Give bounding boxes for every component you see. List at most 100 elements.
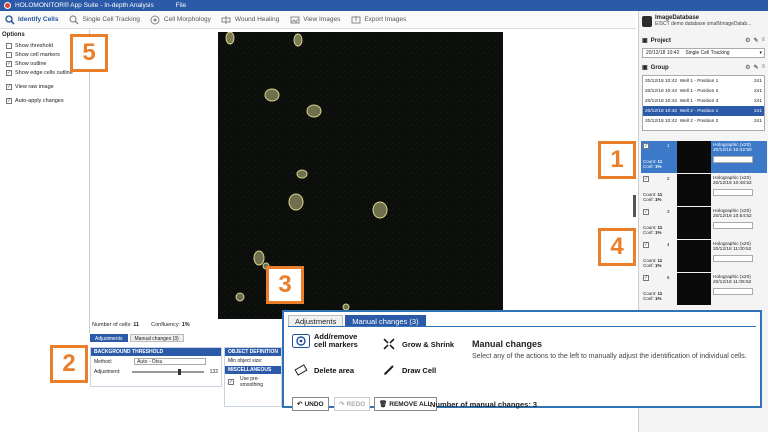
checkbox-checked[interactable]: ✓	[6, 60, 12, 67]
frame-info: Holographic (x20) 20/12/18 10:48:52	[711, 174, 767, 206]
callout-badge-4: 4	[598, 228, 636, 266]
group-count: 241	[753, 108, 762, 114]
method-select[interactable]: Auto - Otsu	[134, 358, 207, 365]
checkbox-checked[interactable]: ✓	[6, 97, 12, 104]
undo-button[interactable]: ↶ UNDO	[292, 397, 329, 411]
tool-wound-healing[interactable]: Wound Healing	[221, 14, 279, 25]
edit-icon[interactable]: ✎	[753, 37, 758, 44]
checkbox-checked[interactable]: ✓	[643, 242, 649, 248]
tab-manual-changes[interactable]: Manual changes (3)	[129, 334, 184, 342]
remove-all-button[interactable]: 🗑 REMOVE ALL	[374, 397, 437, 411]
grow-shrink-label: Grow & Shrink	[402, 339, 455, 349]
menu-icon[interactable]: ≡	[761, 37, 765, 44]
checkbox-checked[interactable]: ✓	[643, 176, 649, 182]
frame-conf: 1%	[655, 263, 662, 268]
tool-identify-cells[interactable]: Identify Cells	[4, 14, 58, 25]
min-size-row: Min object size:	[225, 356, 281, 366]
conf-label: Conf:	[643, 164, 654, 169]
edit-icon[interactable]: ✎	[753, 64, 758, 71]
checkbox[interactable]	[6, 42, 12, 49]
slider-handle[interactable]	[178, 369, 182, 375]
undo-label: UNDO	[304, 400, 324, 408]
checkbox-checked[interactable]: ✓	[6, 83, 12, 90]
frame-item[interactable]: ✓ 5 Count: 11 Conf: 1% Holographic (x20)…	[641, 273, 767, 305]
tool-label: View Images	[303, 16, 341, 23]
method-row: Method: Auto - Otsu	[91, 356, 221, 367]
delete-area-button[interactable]: Delete area	[292, 363, 354, 377]
add-remove-markers-button[interactable]: Add/remove cell markers	[292, 333, 366, 349]
cell-image-canvas	[218, 32, 503, 319]
option-view-raw-image[interactable]: ✓ View raw image	[6, 82, 88, 91]
tab-adjustments[interactable]: Adjustments	[288, 315, 344, 326]
group-row[interactable]: 20/12/18 10:42 Well 2 - Position 2 241	[643, 116, 764, 126]
frame-note-input[interactable]	[713, 255, 753, 262]
view-images-icon	[289, 14, 300, 25]
presmoothing-row[interactable]: ✓ Use pre-smoothing	[225, 374, 281, 390]
checkbox-checked[interactable]: ✓	[643, 143, 649, 149]
checkbox-checked[interactable]: ✓	[643, 209, 649, 215]
cell-count: Number of cells: 11	[92, 322, 139, 328]
microscopy-image[interactable]	[218, 32, 503, 319]
grow-shrink-button[interactable]: Grow & Shrink	[380, 337, 454, 351]
callout-badge-1: 1	[598, 141, 636, 179]
frame-item[interactable]: ✓ 3 Count: 11 Conf: 1% Holographic (x20)…	[641, 207, 767, 239]
folder-icon: ▣	[642, 65, 648, 71]
group-count: 241	[753, 78, 762, 84]
settings-icon[interactable]: ⚙	[745, 37, 750, 44]
frame-time: 20/12/18 11:00:52	[713, 247, 752, 252]
tab-manual-changes[interactable]: Manual changes (3)	[345, 315, 426, 326]
frame-note-input[interactable]	[713, 288, 753, 295]
tool-export-images[interactable]: Export Images	[350, 14, 406, 25]
redo-icon: ↷	[339, 401, 345, 408]
adjustment-row: Adjustment: 132	[91, 367, 221, 377]
frame-item[interactable]: ✓ 4 Count: 11 Conf: 1% Holographic (x20)…	[641, 240, 767, 272]
adjustment-slider[interactable]	[132, 369, 204, 375]
export-images-icon	[350, 14, 361, 25]
frame-thumbnail	[677, 240, 711, 272]
database-info[interactable]: ImageDatabase EISCT demo database small\…	[639, 11, 768, 31]
group-well: Well 2 - Position 1	[679, 108, 719, 114]
group-count: 241	[753, 98, 762, 104]
group-row[interactable]: 20/12/18 10:42 Well 1 - Position 2 241	[643, 86, 764, 96]
database-icon	[642, 15, 652, 27]
project-header: ▣ Project ⚙ ✎ ≡	[639, 35, 768, 46]
tool-label: Export Images	[364, 16, 407, 23]
checkbox-checked[interactable]: ✓	[228, 379, 234, 385]
app-logo-icon	[4, 2, 11, 9]
settings-icon[interactable]: ⚙	[745, 64, 750, 71]
tool-view-images[interactable]: View Images	[289, 14, 340, 25]
delete-area-label: Delete area	[314, 365, 355, 375]
tool-label: Cell Morphology	[163, 16, 211, 23]
manual-changes-zoom-panel: Adjustments Manual changes (3) Add/remov…	[282, 310, 762, 411]
wound-healing-icon	[221, 14, 232, 25]
tool-cell-morphology[interactable]: Cell Morphology	[150, 14, 211, 25]
frame-note-input[interactable]	[713, 222, 753, 229]
group-row[interactable]: 20/12/18 10:42 Well 1 - Position 1 241	[643, 76, 764, 86]
frame-number: 4	[667, 242, 670, 247]
checkbox-checked[interactable]: ✓	[643, 275, 649, 281]
tab-adjustments[interactable]: Adjustments	[90, 334, 128, 342]
frame-note-input[interactable]	[713, 189, 753, 196]
frame-note-input[interactable]	[713, 156, 753, 163]
tool-single-cell-tracking[interactable]: Single Cell Tracking	[68, 14, 140, 25]
frame-info: Holographic (x20) 20/12/18 11:06:52	[711, 273, 767, 305]
group-row[interactable]: 20/12/18 10:42 Well 1 - Position 3 241	[643, 96, 764, 106]
group-label: Group	[650, 64, 669, 71]
frame-info: Holographic (x20) 20/12/18 10:54:52	[711, 207, 767, 239]
cell-outline	[235, 292, 245, 302]
cell-outline	[264, 88, 280, 102]
scrollbar[interactable]	[633, 195, 636, 217]
frame-item-selected[interactable]: ✓ 1 Count: 11 Conf: 1% Holographic (x20)…	[641, 141, 767, 173]
frame-item[interactable]: ✓ 2 Count: 11 Conf: 1% Holographic (x20)…	[641, 174, 767, 206]
checkbox[interactable]	[6, 51, 12, 58]
group-row-selected[interactable]: 20/12/18 10:42 Well 2 - Position 1 241	[643, 106, 764, 116]
group-well: Well 1 - Position 2	[679, 88, 719, 94]
checkbox-checked[interactable]: ✓	[6, 69, 12, 76]
redo-button[interactable]: ↷ REDO	[334, 397, 371, 411]
group-well: Well 1 - Position 1	[679, 78, 719, 84]
file-menu[interactable]: File	[176, 2, 186, 9]
menu-icon[interactable]: ≡	[761, 64, 765, 71]
option-auto-apply-changes[interactable]: ✓ Auto-apply changes	[6, 96, 88, 105]
draw-cell-button[interactable]: Draw Cell	[380, 363, 436, 377]
project-select[interactable]: 20/12/18 10:42 Single Cell Tracking ▾	[642, 48, 765, 58]
